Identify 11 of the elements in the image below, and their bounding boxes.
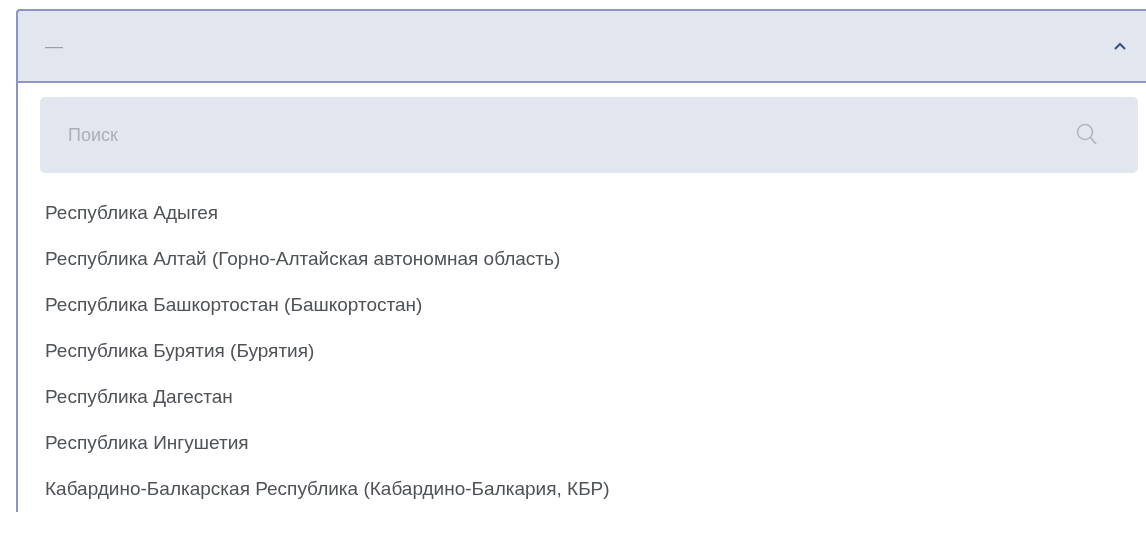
option-item[interactable]: Республика Адыгея [40, 173, 1138, 236]
option-item[interactable]: Кабардино-Балкарская Республика (Кабардино-Балкария, КБР) [40, 466, 1138, 512]
option-item[interactable]: Республика Дагестан [40, 374, 1138, 420]
option-item[interactable]: Республика Башкортостан (Башкортостан) [40, 282, 1138, 328]
option-item[interactable]: Республика Ингушетия [40, 420, 1138, 466]
search-icon [1076, 123, 1098, 147]
option-item[interactable]: Республика Алтай (Горно-Алтайская автономная область) [40, 236, 1138, 282]
chevron-icon [1114, 42, 1126, 50]
select-value: — [45, 35, 63, 57]
option-item[interactable]: Республика Бурятия (Бурятия) [40, 328, 1138, 374]
search-field[interactable]: Поиск [40, 97, 1138, 173]
